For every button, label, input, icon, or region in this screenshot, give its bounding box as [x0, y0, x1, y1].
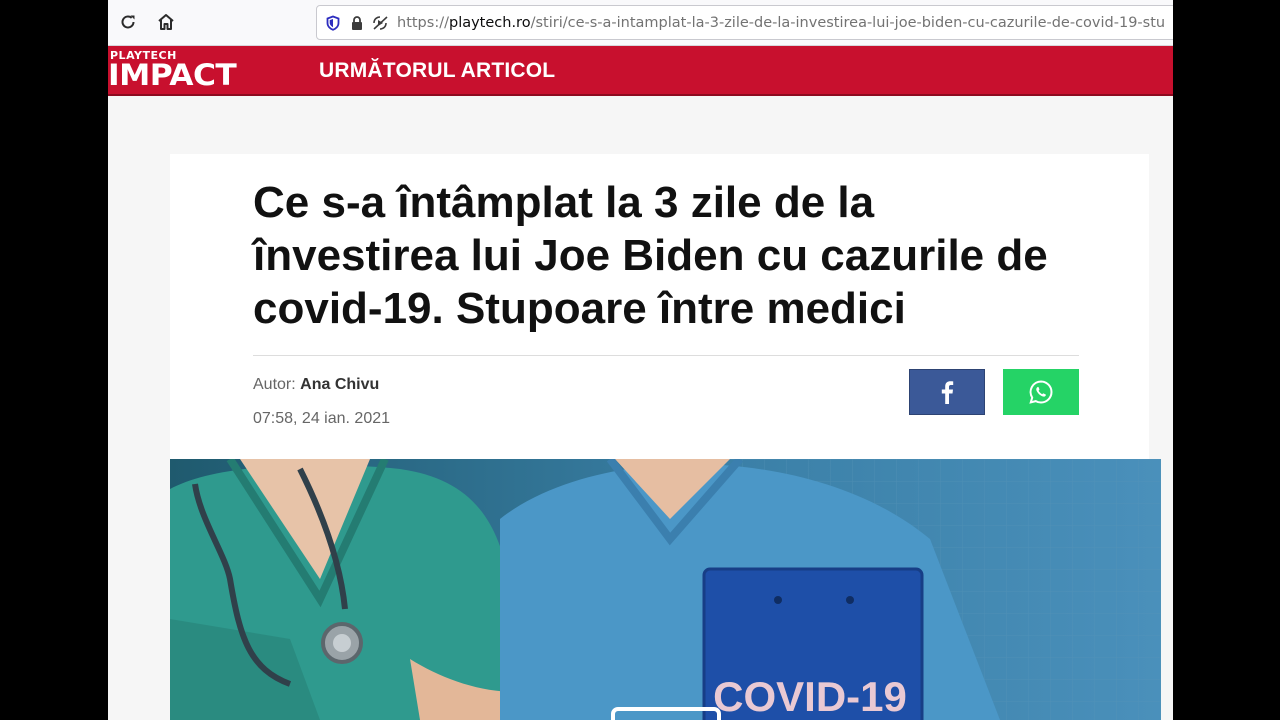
author-line: Autor: Ana Chivu: [253, 376, 379, 394]
home-icon: [158, 14, 174, 30]
site-header: PLAYTECH IMPACT URMĂTORUL ARTICOL: [108, 46, 1173, 96]
lock-icon[interactable]: [345, 11, 369, 35]
article-title: Ce s-a întâmplat la 3 zile de la învesti…: [253, 178, 1048, 333]
author-label: Autor:: [253, 376, 296, 393]
hero-image: COVID-19: [170, 459, 1161, 720]
address-bar[interactable]: https://playtech.ro/stiri/ce-s-a-intampl…: [316, 5, 1173, 40]
meta-divider: [253, 355, 1079, 356]
author-name-link[interactable]: Ana Chivu: [300, 376, 379, 393]
url-path: /stiri/ce-s-a-intamplat-la-3-zile-de-la-…: [530, 14, 1166, 31]
browser-viewport: https://playtech.ro/stiri/ce-s-a-intampl…: [108, 0, 1173, 720]
article-header-card: Ce s-a întâmplat la 3 zile de la învesti…: [170, 154, 1149, 459]
reload-icon: [121, 15, 135, 29]
publish-date: 07:58, 24 ian. 2021: [253, 410, 391, 427]
browser-toolbar: https://playtech.ro/stiri/ce-s-a-intampl…: [108, 0, 1173, 46]
shield-icon[interactable]: [321, 11, 345, 35]
whatsapp-icon: [1029, 380, 1053, 404]
doctors-photo: COVID-19: [170, 459, 1161, 720]
whatsapp-share-button[interactable]: [1003, 369, 1079, 415]
site-logo[interactable]: PLAYTECH IMPACT: [108, 48, 268, 94]
reload-button[interactable]: [114, 8, 142, 36]
facebook-share-button[interactable]: [909, 369, 985, 415]
home-button[interactable]: [152, 8, 180, 36]
logo-big-text: IMPACT: [108, 58, 237, 92]
url-scheme: https://: [397, 14, 449, 31]
next-article-link[interactable]: URMĂTORUL ARTICOL: [319, 59, 555, 83]
autoplay-blocked-icon[interactable]: [369, 11, 393, 35]
clipboard-covid-text: COVID-19: [713, 673, 907, 720]
url-host: playtech.ro: [448, 14, 531, 31]
facebook-icon: [941, 381, 954, 404]
url-text[interactable]: https://playtech.ro/stiri/ce-s-a-intampl…: [397, 15, 1165, 31]
